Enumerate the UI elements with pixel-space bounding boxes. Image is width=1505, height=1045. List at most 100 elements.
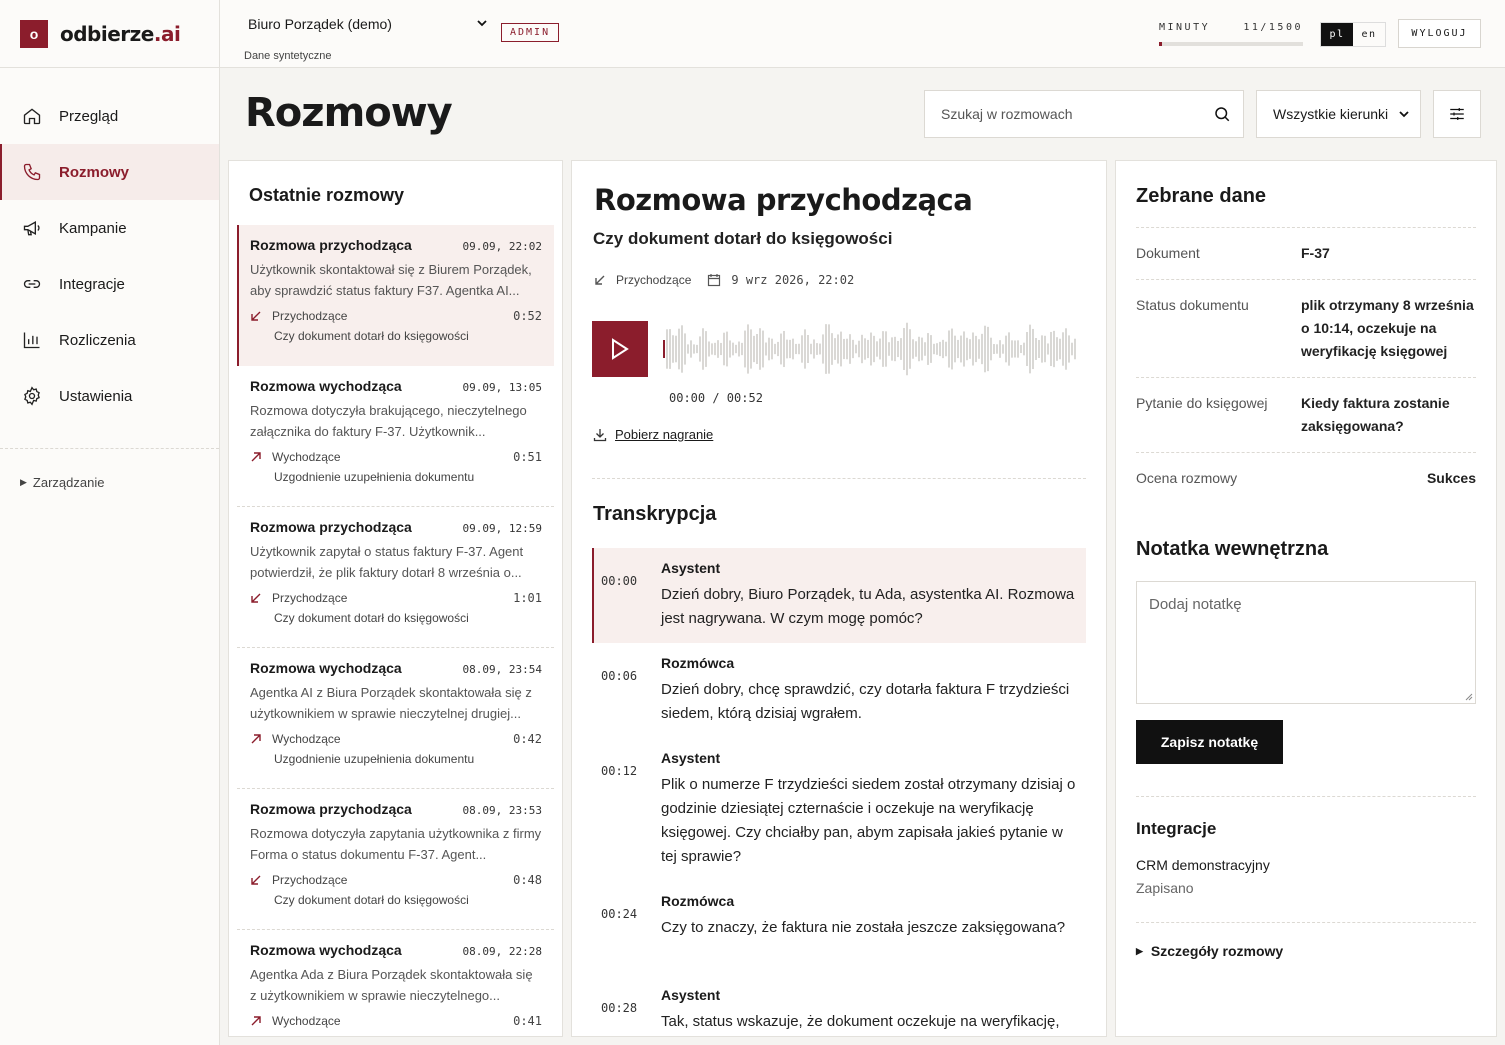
logout-button[interactable]: WYLOGUJ — [1398, 19, 1481, 48]
collected-data-value: Kiedy faktura zostanie zaksięgowana? — [1301, 395, 1450, 434]
call-item-title: Rozmowa przychodząca — [250, 237, 412, 253]
call-list-item[interactable]: Rozmowa przychodząca 09.09, 12:59 Użytkown… — [237, 507, 554, 648]
collected-data-row: Ocena rozmowy Sukces — [1136, 453, 1476, 504]
integrations-title: Integracje — [1136, 819, 1217, 838]
transcript-entry[interactable]: 00:06 Rozmówca Dzień dobry, chcę sprawdzić… — [592, 643, 1086, 738]
call-list-item[interactable]: Rozmowa przychodząca 08.09, 23:53 Rozmowa … — [237, 789, 554, 930]
call-list-item[interactable]: Rozmowa przychodząca 09.09, 22:02 Użytkown… — [237, 225, 554, 366]
nav-label: Rozliczenia — [59, 331, 136, 349]
topbar: Biuro Porządek (demo) Dane syntetyczne A… — [220, 0, 1505, 68]
call-item-summary: Użytkownik skontaktował się z Biurem Por… — [250, 262, 532, 298]
call-list-item[interactable]: Rozmowa wychodząca 08.09, 22:28 Agentka Ad… — [237, 930, 554, 1036]
nav-item-billing[interactable]: Rozliczenia — [0, 312, 219, 368]
call-item-header: Rozmowa wychodząca 09.09, 13:05 — [250, 378, 542, 394]
nav-item-integrations[interactable]: Integracje — [0, 256, 219, 312]
nav-label: Integracje — [59, 275, 125, 293]
recent-calls-panel: Ostatnie rozmowy Rozmowa przychodząca 09.… — [228, 160, 563, 1037]
minutes-value: 11/1500 — [1243, 22, 1303, 33]
nav-label: Rozmowy — [59, 163, 130, 181]
call-title: Rozmowa przychodząca — [594, 183, 973, 217]
call-item-direction-label: Przychodzące — [272, 591, 348, 605]
transcript-timestamp[interactable]: 00:24 — [601, 893, 661, 963]
organization-subtitle: Dane syntetyczne — [244, 50, 332, 62]
call-item-title: Rozmowa wychodząca — [250, 660, 402, 676]
call-list-item[interactable]: Rozmowa wychodząca 08.09, 23:54 Agentka AI… — [237, 648, 554, 789]
transcript-entry[interactable]: 00:00 Asystent Dzień dobry, Biuro Porządek… — [592, 548, 1086, 643]
play-button[interactable] — [592, 321, 648, 377]
collected-data-title: Zebrane dane — [1136, 185, 1476, 228]
call-item-topic: Czy dokument dotarł do księgowości — [274, 329, 469, 343]
search-input[interactable]: Szukaj w rozmowach — [924, 90, 1244, 138]
transcript-timestamp[interactable]: 00:06 — [601, 655, 661, 726]
internal-note-title: Notatka wewnętrzna — [1136, 538, 1329, 560]
transcript-body: Asystent Tak, status wskazuje, że dokumen… — [661, 987, 1076, 1036]
outgoing-arrow-icon — [251, 452, 261, 462]
recent-calls-title: Ostatnie rozmowy — [249, 185, 405, 205]
call-details-label: Szczegóły rozmowy — [1150, 943, 1284, 959]
filters-button[interactable] — [1433, 90, 1481, 138]
download-recording-link[interactable]: Pobierz nagranie — [593, 427, 1106, 442]
lang-en-button[interactable]: en — [1353, 23, 1385, 46]
call-item-summary: Rozmowa dotyczyła brakującego, nieczytel… — [250, 403, 527, 439]
integration-name: CRM demonstracyjny — [1136, 857, 1270, 873]
minutes-usage: MINUTY 11/1500 — [1159, 22, 1303, 46]
minutes-progress-fill — [1159, 42, 1162, 46]
management-toggle[interactable]: ▶ Zarządzanie — [0, 449, 219, 490]
transcript-text: Czy to znaczy, że faktura nie została je… — [661, 919, 1066, 936]
nav-item-calls[interactable]: Rozmowy — [0, 144, 219, 200]
gear-icon — [24, 386, 40, 406]
call-item-meta: Przychodzące 0:52 — [250, 309, 542, 323]
call-item-meta: Przychodzące 1:01 — [250, 591, 542, 605]
lang-pl-button[interactable]: pl — [1321, 23, 1353, 46]
call-item-direction: Przychodzące — [250, 873, 347, 887]
nav-label: Kampanie — [59, 219, 127, 237]
call-detail-panel: Rozmowa przychodząca Czy dokument dotarł… — [571, 160, 1107, 1037]
transcript-entry[interactable]: 00:12 Asystent Plik o numerze F trzydzieśc… — [592, 738, 1086, 881]
save-note-button[interactable]: Zapisz notatkę — [1136, 720, 1283, 764]
direction-filter-value: Wszystkie kierunki — [1273, 106, 1389, 122]
chevron-down-icon — [1399, 111, 1409, 118]
sliders-icon — [1450, 108, 1464, 120]
page-title: Rozmowy — [245, 90, 453, 136]
play-icon — [612, 338, 629, 360]
nav-item-settings[interactable]: Ustawienia — [0, 368, 219, 424]
collected-data-key: Pytanie do księgowej — [1136, 395, 1268, 411]
minutes-label: MINUTY — [1159, 22, 1211, 33]
download-label: Pobierz nagranie — [615, 427, 714, 442]
minutes-progress-bar — [1159, 42, 1303, 46]
call-item-summary: Agentka AI z Biura Porządek skontaktował… — [250, 685, 532, 721]
brand-suffix: .ai — [153, 21, 181, 46]
incoming-arrow-icon — [251, 593, 261, 603]
logo[interactable]: o odbierze.ai — [0, 0, 219, 68]
download-icon — [593, 428, 607, 441]
nav-item-campaigns[interactable]: Kampanie — [0, 200, 219, 256]
call-item-direction: Wychodzące — [250, 450, 341, 464]
outgoing-arrow-icon — [251, 1016, 261, 1026]
note-placeholder: Dodaj notatkę — [1149, 596, 1242, 613]
home-icon — [23, 108, 41, 125]
internal-note-textarea[interactable]: Dodaj notatkę — [1136, 581, 1476, 704]
call-item-time: 09.09, 22:02 — [462, 240, 542, 253]
integration-status: Zapisano — [1136, 880, 1194, 896]
call-item-direction-label: Wychodzące — [272, 732, 341, 746]
resize-handle-icon[interactable] — [1465, 693, 1473, 701]
transcript-timestamp[interactable]: 00:28 — [601, 987, 661, 1036]
call-item-duration: 0:41 — [513, 1014, 542, 1028]
waveform-scrubber[interactable] — [662, 313, 1080, 385]
transcript-timestamp[interactable]: 00:00 — [601, 560, 661, 631]
calendar-icon — [708, 274, 721, 287]
call-item-direction: Wychodzące — [250, 1014, 341, 1028]
call-list-item[interactable]: Rozmowa wychodząca 09.09, 13:05 Rozmowa do… — [237, 366, 554, 507]
transcript-timestamp[interactable]: 00:12 — [601, 750, 661, 869]
call-details-toggle[interactable]: ▶ Szczegóły rozmowy — [1136, 922, 1476, 959]
organization-select[interactable]: Biuro Porządek (demo) — [248, 16, 488, 32]
transcript-entry[interactable]: 00:24 Rozmówca Czy to znaczy, że faktura n… — [592, 881, 1086, 975]
collected-data-panel: Zebrane dane Dokument F-37 Status dokument… — [1115, 160, 1497, 1037]
audio-player — [592, 321, 1106, 377]
direction-filter-select[interactable]: Wszystkie kierunki — [1256, 90, 1421, 138]
nav-item-overview[interactable]: Przegląd — [0, 88, 219, 144]
call-datetime: 9 wrz 2026, 22:02 — [731, 273, 855, 287]
call-item-direction-label: Przychodzące — [272, 873, 348, 887]
collected-data-list: Dokument F-37 Status dokumentu plik otrzyma… — [1116, 228, 1496, 504]
transcript-entry[interactable]: 00:28 Asystent Tak, status wskazuje, że do… — [592, 975, 1086, 1036]
